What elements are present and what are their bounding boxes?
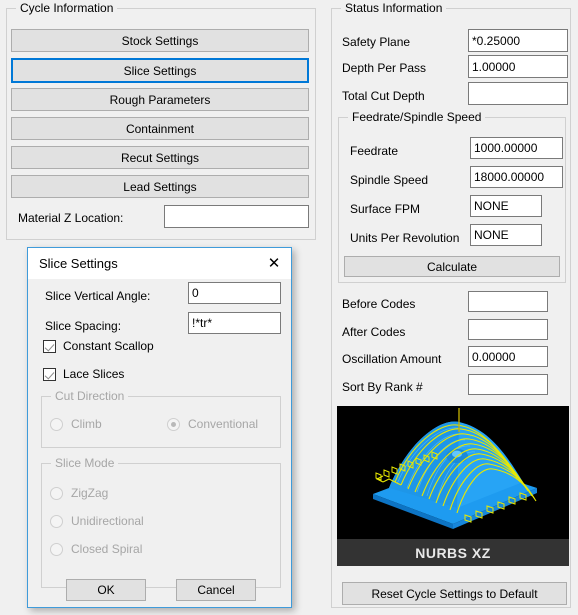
stock-settings-label: Stock Settings	[121, 33, 199, 48]
radio-icon	[167, 417, 180, 431]
constant-scallop-checkbox[interactable]: Constant Scallop	[43, 339, 154, 353]
surface-fpm-input[interactable]: NONE	[470, 195, 542, 217]
slice-vertical-angle-input[interactable]: 0	[188, 282, 281, 304]
dialog-cancel-label: Cancel	[197, 583, 235, 597]
radio-icon	[50, 486, 63, 500]
slice-vertical-angle-label: Slice Vertical Angle:	[45, 289, 151, 303]
units-per-revolution-label: Units Per Revolution	[350, 231, 460, 245]
slice-settings-label: Slice Settings	[123, 63, 197, 78]
before-codes-input[interactable]	[468, 291, 548, 312]
depth-per-pass-value: 1.00000	[472, 59, 516, 74]
sort-by-rank-input[interactable]	[468, 374, 548, 395]
oscillation-amount-label: Oscillation Amount	[342, 352, 442, 366]
status-information-legend: Status Information	[341, 1, 447, 15]
slice-vertical-angle-value: 0	[192, 286, 199, 300]
rough-parameters-label: Rough Parameters	[109, 92, 211, 107]
spindle-speed-input[interactable]: 18000.00000	[470, 166, 563, 188]
dialog-cancel-button[interactable]: Cancel	[176, 579, 256, 601]
stock-settings-button[interactable]: Stock Settings	[11, 29, 309, 52]
slice-spacing-input[interactable]: !*tr*	[188, 312, 281, 334]
units-per-revolution-value: NONE	[474, 228, 509, 242]
dialog-ok-button[interactable]: OK	[66, 579, 146, 601]
slice-mode-closed-spiral-radio[interactable]: Closed Spiral	[50, 542, 142, 556]
cut-direction-climb-radio[interactable]: Climb	[50, 417, 102, 431]
feedrate-spindle-speed-legend: Feedrate/Spindle Speed	[348, 110, 486, 124]
oscillation-amount-value: 0.00000	[472, 349, 516, 364]
slice-spacing-value: !*tr*	[192, 316, 213, 330]
conventional-label: Conventional	[188, 417, 259, 431]
spindle-speed-value: 18000.00000	[474, 170, 545, 184]
closed-spiral-label: Closed Spiral	[71, 542, 143, 556]
slice-spacing-label: Slice Spacing:	[45, 319, 122, 333]
recut-settings-label: Recut Settings	[120, 150, 200, 165]
after-codes-label: After Codes	[342, 325, 406, 339]
depth-per-pass-input[interactable]: 1.00000	[468, 55, 568, 78]
sort-by-rank-label: Sort By Rank #	[342, 380, 423, 394]
slice-mode-unidirectional-radio[interactable]: Unidirectional	[50, 514, 144, 528]
containment-label: Containment	[125, 121, 195, 136]
spindle-speed-label: Spindle Speed	[350, 173, 429, 187]
calculate-button[interactable]: Calculate	[344, 256, 560, 277]
surface-fpm-label: Surface FPM	[350, 202, 421, 216]
unidirectional-label: Unidirectional	[71, 514, 144, 528]
preview-caption: NURBS XZ	[337, 539, 569, 566]
climb-label: Climb	[71, 417, 102, 431]
reset-cycle-settings-label: Reset Cycle Settings to Default	[371, 586, 538, 601]
dialog-ok-label: OK	[97, 583, 115, 597]
cut-direction-legend: Cut Direction	[51, 389, 129, 403]
after-codes-input[interactable]	[468, 319, 548, 340]
zigzag-label: ZigZag	[71, 486, 109, 500]
slice-mode-legend: Slice Mode	[51, 456, 119, 470]
slice-settings-button[interactable]: Slice Settings	[11, 58, 309, 83]
reset-cycle-settings-button[interactable]: Reset Cycle Settings to Default	[342, 582, 567, 605]
recut-settings-button[interactable]: Recut Settings	[11, 146, 309, 169]
radio-icon	[50, 514, 63, 528]
depth-per-pass-label: Depth Per Pass	[342, 61, 427, 75]
surface-fpm-value: NONE	[474, 199, 509, 213]
feedrate-input[interactable]: 1000.00000	[470, 137, 563, 159]
safety-plane-input[interactable]: *0.25000	[468, 29, 568, 52]
checkbox-icon	[43, 339, 56, 353]
lead-settings-button[interactable]: Lead Settings	[11, 175, 309, 198]
dialog-titlebar: Slice Settings ✕	[28, 248, 291, 279]
calculate-label: Calculate	[426, 259, 478, 274]
safety-plane-label: Safety Plane	[342, 35, 411, 49]
close-icon[interactable]: ✕	[263, 253, 285, 273]
lace-slices-checkbox[interactable]: Lace Slices	[43, 367, 124, 381]
cut-direction-conventional-radio[interactable]: Conventional	[167, 417, 258, 431]
radio-icon	[50, 417, 63, 431]
toolpath-preview-image	[337, 406, 569, 539]
safety-plane-value: *0.25000	[472, 33, 521, 48]
slice-mode-zigzag-radio[interactable]: ZigZag	[50, 486, 108, 500]
before-codes-label: Before Codes	[342, 297, 416, 311]
constant-scallop-label: Constant Scallop	[63, 339, 154, 353]
containment-button[interactable]: Containment	[11, 117, 309, 140]
dialog-title: Slice Settings	[39, 256, 118, 271]
material-z-location-input[interactable]	[164, 205, 309, 228]
units-per-revolution-input[interactable]: NONE	[470, 224, 542, 246]
toolpath-preview-svg	[373, 408, 537, 529]
radio-icon	[50, 542, 63, 556]
material-z-location-label: Material Z Location:	[18, 211, 124, 225]
cycle-information-legend: Cycle Information	[16, 1, 118, 15]
app-window: Cycle Information Stock Settings Slice S…	[0, 0, 578, 615]
slice-settings-dialog: Slice Settings ✕ Slice Vertical Angle: 0…	[27, 247, 292, 608]
lace-slices-label: Lace Slices	[63, 367, 125, 381]
total-cut-depth-label: Total Cut Depth	[342, 89, 425, 103]
oscillation-amount-input[interactable]: 0.00000	[468, 346, 548, 367]
feedrate-label: Feedrate	[350, 144, 399, 158]
preview-caption-label: NURBS XZ	[415, 544, 491, 561]
checkbox-icon	[43, 367, 56, 381]
total-cut-depth-input[interactable]	[468, 82, 568, 105]
lead-settings-label: Lead Settings	[123, 179, 197, 194]
feedrate-value: 1000.00000	[474, 141, 538, 155]
rough-parameters-button[interactable]: Rough Parameters	[11, 88, 309, 111]
